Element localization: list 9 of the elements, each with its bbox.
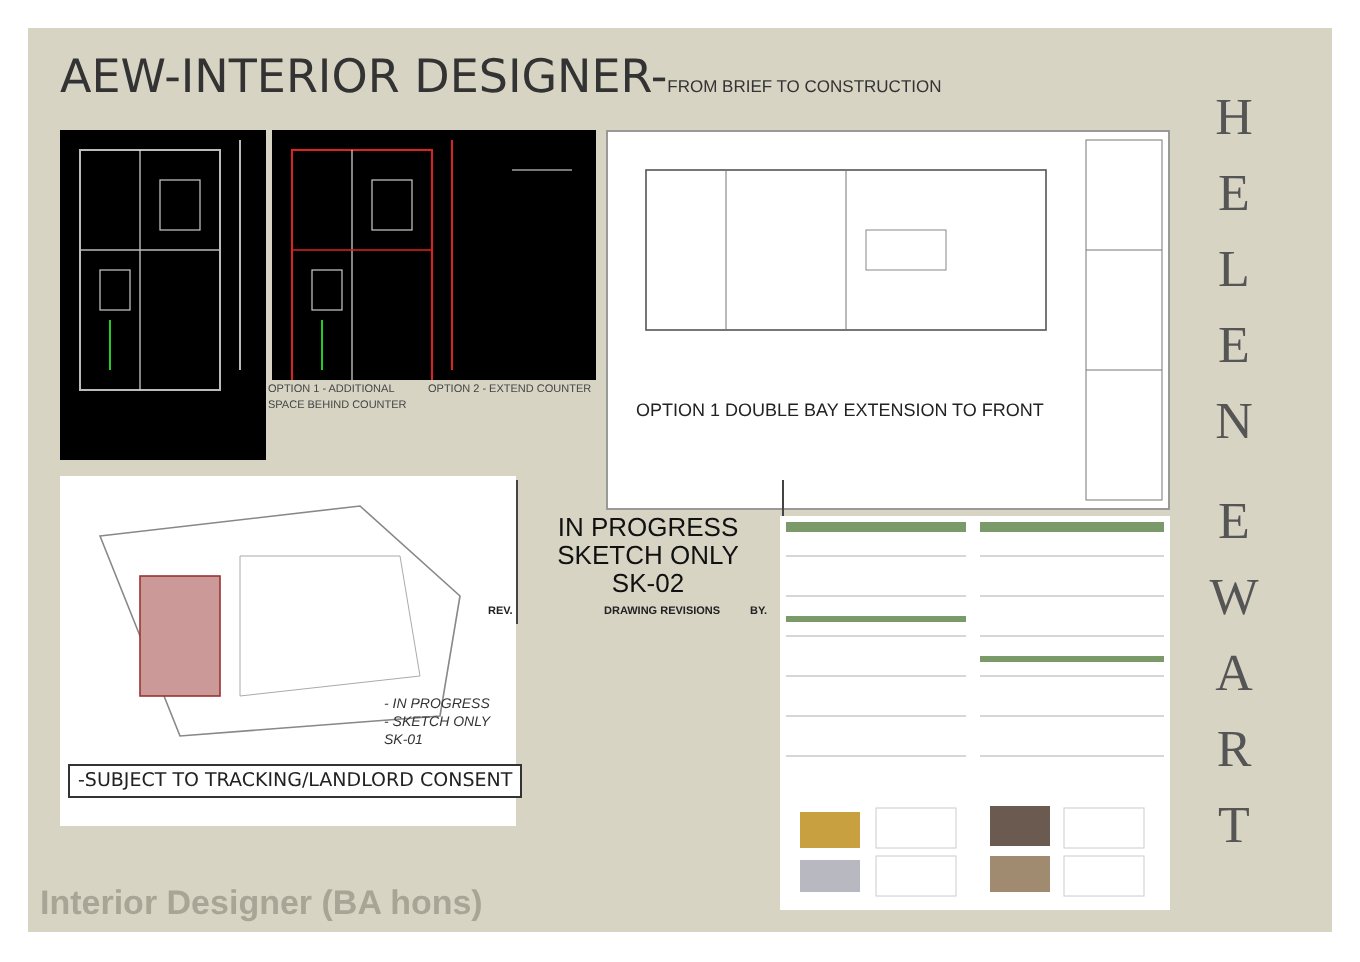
board-title: AEW-INTERIOR DESIGNER- — [60, 52, 668, 104]
handwritten-note: -SUBJECT TO TRACKING/LANDLORD CONSENT — [68, 764, 523, 798]
drawing-heading: OPTION 1 DOUBLE BAY EXTENSION TO FRONT — [636, 400, 1044, 420]
stamp-text: IN PROGRESS — [557, 514, 739, 542]
board-subtitle: FROM BRIEF TO CONSTRUCTION — [667, 76, 942, 96]
stamp-text: SKETCH ONLY — [557, 542, 739, 570]
designer-name: HELEN — [1213, 86, 1255, 454]
designer-name: EWART — [1208, 490, 1260, 858]
stamp-text: SK-02 — [611, 570, 685, 598]
